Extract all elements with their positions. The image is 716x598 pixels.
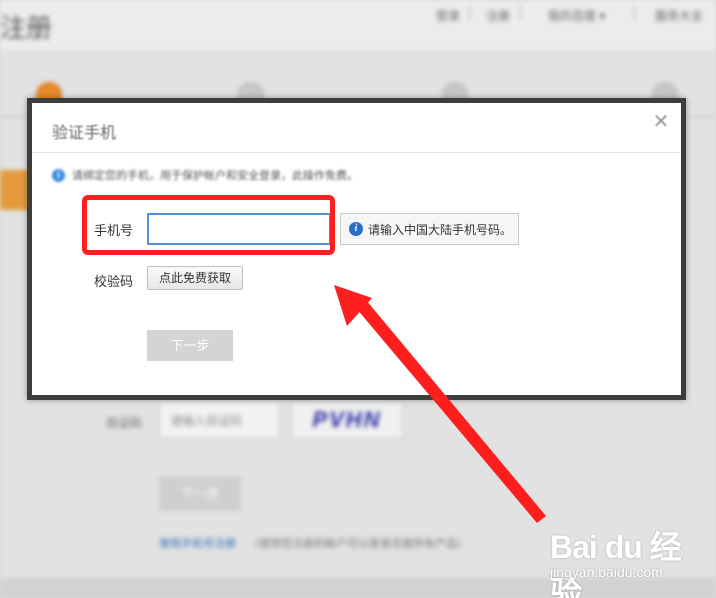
bg-phone-register-link[interactable]: 使用手机号注册 [159, 535, 236, 551]
nav-divider [520, 6, 521, 20]
bg-next-button[interactable]: 下一步 [159, 477, 241, 511]
nav-services-link[interactable]: 服务大全 [655, 7, 703, 24]
nav-my-baidu-link[interactable]: 我的百度 ▾ [548, 7, 605, 24]
bg-captcha-input[interactable]: 请输入验证码 [159, 401, 280, 439]
baidu-jingyan-watermark: Bai du 经验 jingyan.baidu.com [548, 522, 708, 598]
page-title: 注册 [0, 13, 53, 43]
step-progress-bar [0, 170, 30, 210]
watermark-logo: Bai du 经验 [550, 529, 682, 598]
nav-register-link[interactable]: 注册 [486, 7, 510, 24]
nav-divider [469, 6, 470, 20]
info-notice: i 请绑定您的手机，用于保护帐户和安全登录，此操作免费。 [52, 165, 358, 185]
verify-phone-dialog: 验证手机 ✕ i 请绑定您的手机，用于保护帐户和安全登录，此操作免费。 手机号 … [27, 98, 686, 400]
info-icon: i [349, 222, 363, 236]
top-bar [0, 0, 716, 52]
phone-hint-text: 请输入中国大陆手机号码。 [368, 222, 513, 237]
code-label: 校验码 [94, 274, 134, 289]
bg-captcha-image[interactable]: PVHN [291, 401, 403, 439]
bg-captcha-label: 验证码 [106, 416, 143, 430]
phone-label: 手机号 [94, 223, 134, 238]
phone-input[interactable] [147, 213, 331, 245]
get-code-button[interactable]: 点此免费获取 [147, 266, 243, 290]
next-step-button[interactable]: 下一步 [147, 330, 233, 361]
dialog-title: 验证手机 [52, 125, 117, 142]
bg-note-text: （使用您注册的帐户可以登录百度所有产品） [248, 538, 468, 550]
notice-text: 请绑定您的手机，用于保护帐户和安全登录，此操作免费。 [72, 170, 358, 182]
watermark-site: jingyan.baidu.com [550, 564, 663, 580]
nav-login-link[interactable]: 登录 [436, 7, 460, 24]
info-icon: i [52, 168, 65, 182]
dialog-header: 验证手机 ✕ [32, 103, 681, 153]
nav-divider [634, 6, 635, 20]
close-icon[interactable]: ✕ [651, 112, 671, 132]
phone-hint: i 请输入中国大陆手机号码。 [340, 213, 519, 245]
